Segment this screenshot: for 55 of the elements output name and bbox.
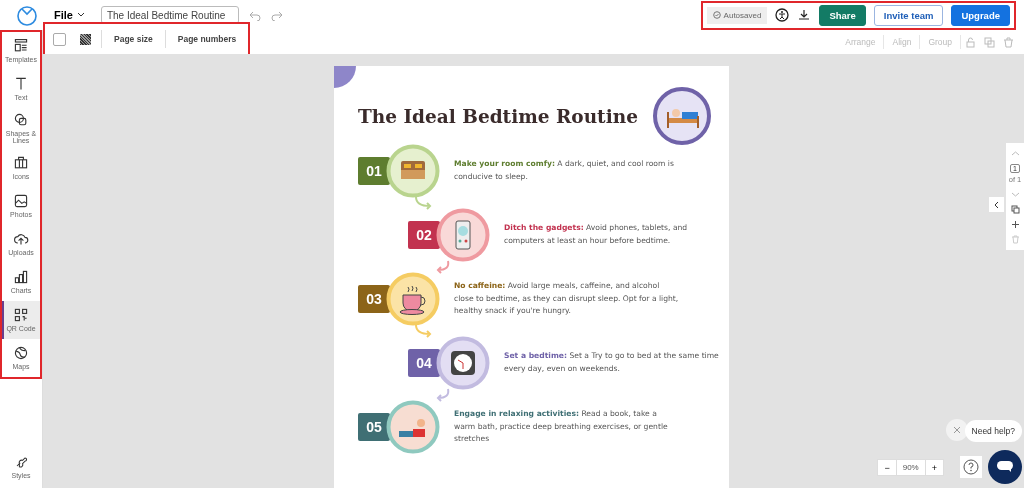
step-number: 02 [408,221,440,249]
download-icon[interactable] [797,8,812,22]
logo-icon[interactable] [16,4,38,26]
image-icon [13,193,29,209]
redo-icon[interactable] [270,9,283,21]
share-button[interactable]: Share [819,4,866,26]
plus-icon[interactable] [1010,220,1020,229]
chevron-down-icon [76,12,85,18]
help-bubble[interactable]: Need help? [964,420,1022,442]
toolbar-button[interactable]: Page size [101,30,165,48]
step-number: 01 [358,157,390,185]
lock-icon[interactable] [965,36,976,48]
title-field[interactable]: The Ideal Bedtime Routine [100,6,239,24]
collapse-button[interactable] [989,197,1004,212]
qr-code-icon [13,307,29,323]
bar-chart-icon [13,269,29,285]
undo-icon[interactable] [248,9,261,21]
briefcase-icon [13,155,29,171]
chevron-down-icon[interactable] [1010,190,1020,199]
person-illustration [386,400,440,454]
document-title: The Ideal Bedtime Routine [358,105,638,127]
help-icon[interactable] [960,456,982,478]
trash-icon[interactable] [1010,235,1020,244]
chat-icon [997,461,1013,473]
duplicate-icon[interactable] [1010,205,1020,214]
globe-icon [13,345,29,361]
zoom-level[interactable]: 90% [895,460,926,475]
step-number: 03 [358,285,390,313]
layout-icon [13,38,29,54]
pattern-icon[interactable] [80,33,91,45]
close-button[interactable] [946,419,968,441]
accessibility-icon[interactable] [775,8,790,22]
clock-illustration [436,336,490,390]
check-circle-icon [712,11,721,19]
step-number: 04 [408,349,440,377]
upgrade-button[interactable]: Upgrade [951,4,1010,26]
cup-illustration [386,272,440,326]
duplicate-icon[interactable] [984,36,995,48]
text-icon [13,76,29,92]
close-icon [953,426,961,434]
chevron-up-icon[interactable] [1010,149,1020,158]
sleeping-bed-drawing [651,86,712,146]
chevron-left-icon [993,200,1000,209]
shapes-icon [13,112,29,128]
autosave-status: Autosaved [706,6,768,24]
page-checkbox[interactable] [53,32,66,46]
cloud-upload-icon [13,231,29,247]
bed-illustration [386,144,440,198]
trash-icon[interactable] [1003,36,1014,48]
file-menu[interactable]: File [48,9,91,21]
toolbar-button[interactable]: Page numbers [164,30,249,48]
invite-button[interactable]: Invite team [873,4,944,26]
phone-illustration [436,208,490,262]
step-number: 05 [358,413,390,441]
chat-button[interactable] [988,450,1022,484]
